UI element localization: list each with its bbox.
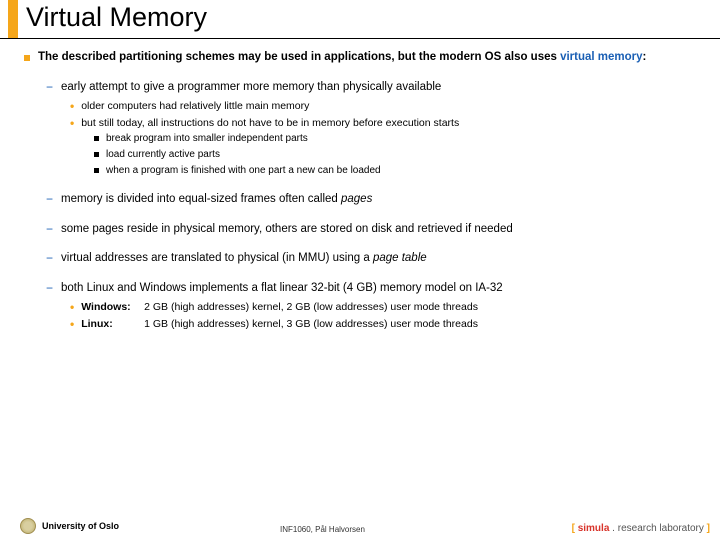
windows-detail: 2 GB (high addresses) kernel, 2 GB (low …: [144, 301, 478, 313]
simula-logo: [ simula . research laboratory ]: [572, 523, 710, 534]
linux-label: Linux:: [81, 317, 141, 332]
small-square-bullet-icon: [94, 152, 99, 157]
slide-title: Virtual Memory: [26, 2, 207, 33]
title-underline: [0, 38, 720, 39]
load-active-text: load currently active parts: [106, 148, 220, 162]
intro-pre: The described partitioning schemes may b…: [38, 51, 560, 63]
dash-bullet-icon: −: [46, 281, 53, 297]
course-info: INF1060, Pål Halvorsen: [280, 525, 365, 534]
dot-bullet-icon: •: [70, 99, 74, 115]
slide-footer: University of Oslo INF1060, Pål Halvorse…: [0, 516, 720, 540]
small-square-bullet-icon: [94, 136, 99, 141]
page-table-term: page table: [373, 252, 427, 264]
physical-disk-text: some pages reside in physical memory, ot…: [61, 222, 513, 238]
bullet-load-active: load currently active parts: [94, 148, 708, 162]
bullet-page-table: − virtual addresses are translated to ph…: [46, 251, 708, 267]
bullet-break-program: break program into smaller independent p…: [94, 132, 708, 146]
page-table-text: virtual addresses are translated to phys…: [61, 251, 427, 267]
intro-text: The described partitioning schemes may b…: [38, 50, 646, 66]
windows-split-text: Windows: 2 GB (high addresses) kernel, 2…: [81, 300, 478, 316]
bullet-linux-split: • Linux: 1 GB (high addresses) kernel, 3…: [70, 317, 708, 333]
bullet-older-computers: • older computers had relatively little …: [70, 99, 708, 115]
slide-body: The described partitioning schemes may b…: [24, 50, 708, 333]
simula-lab: research laboratory: [618, 523, 704, 534]
dot-bullet-icon: •: [70, 116, 74, 132]
bullet-intro: The described partitioning schemes may b…: [24, 50, 708, 66]
page-table-pre: virtual addresses are translated to phys…: [61, 252, 373, 264]
break-program-text: break program into smaller independent p…: [106, 132, 308, 146]
bracket-close: ]: [704, 523, 710, 534]
dash-bullet-icon: −: [46, 222, 53, 238]
linux-detail: 1 GB (high addresses) kernel, 3 GB (low …: [144, 318, 478, 330]
linux-split-text: Linux: 1 GB (high addresses) kernel, 3 G…: [81, 317, 478, 333]
virtual-memory-term: virtual memory: [560, 51, 642, 63]
title-accent: [8, 0, 18, 38]
small-square-bullet-icon: [94, 168, 99, 173]
older-computers-text: older computers had relatively little ma…: [81, 99, 309, 115]
dash-bullet-icon: −: [46, 80, 53, 96]
dash-bullet-icon: −: [46, 192, 53, 208]
windows-label: Windows:: [81, 300, 141, 315]
university-seal-icon: [20, 518, 36, 534]
bullet-finished-part: when a program is finished with one part…: [94, 164, 708, 178]
early-attempt-text: early attempt to give a programmer more …: [61, 80, 441, 96]
pages-text: memory is divided into equal-sized frame…: [61, 192, 372, 208]
dot-bullet-icon: •: [70, 300, 74, 316]
linux-windows-text: both Linux and Windows implements a flat…: [61, 281, 503, 297]
pages-pre: memory is divided into equal-sized frame…: [61, 193, 341, 205]
finished-part-text: when a program is finished with one part…: [106, 164, 381, 178]
but-still-text: but still today, all instructions do not…: [81, 116, 459, 132]
square-bullet-icon: [24, 55, 30, 61]
bullet-early-attempt: − early attempt to give a programmer mor…: [46, 80, 708, 96]
pages-term: pages: [341, 193, 372, 205]
simula-word: simula: [578, 523, 610, 534]
dash-bullet-icon: −: [46, 251, 53, 267]
university-name: University of Oslo: [42, 521, 119, 531]
intro-post: :: [643, 51, 647, 63]
bullet-but-still: • but still today, all instructions do n…: [70, 116, 708, 132]
bullet-physical-disk: − some pages reside in physical memory, …: [46, 222, 708, 238]
bullet-pages: − memory is divided into equal-sized fra…: [46, 192, 708, 208]
footer-left: University of Oslo: [20, 518, 119, 534]
bullet-linux-windows: − both Linux and Windows implements a fl…: [46, 281, 708, 297]
simula-dot: .: [609, 523, 617, 534]
bullet-windows-split: • Windows: 2 GB (high addresses) kernel,…: [70, 300, 708, 316]
dot-bullet-icon: •: [70, 317, 74, 333]
